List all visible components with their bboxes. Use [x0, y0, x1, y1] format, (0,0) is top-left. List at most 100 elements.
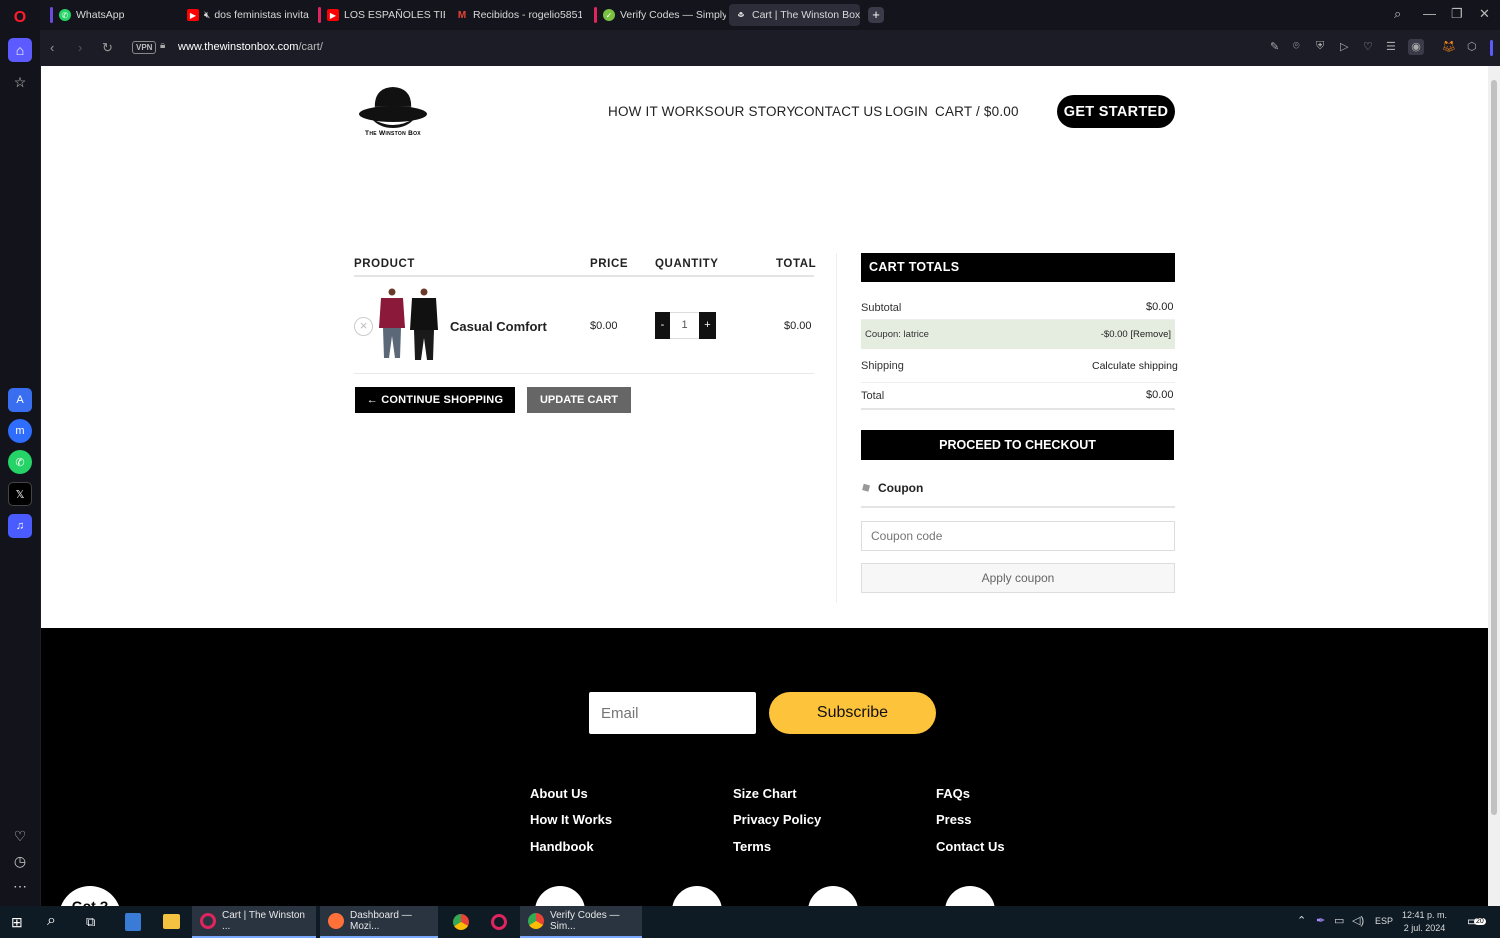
volume-icon[interactable]: ◁) — [1352, 914, 1364, 927]
x-twitter-icon[interactable]: 𝕏 — [8, 482, 32, 506]
tab-verify-codes[interactable]: ✓ Verify Codes — SimplyCo — [588, 4, 726, 26]
tab-youtube-2[interactable]: ▶ LOS ESPAÑOLES TIENEN E — [312, 4, 445, 26]
facebook-icon[interactable] — [535, 886, 585, 906]
opera-icon — [200, 913, 216, 929]
opera-gx-icon[interactable] — [491, 914, 507, 930]
newsletter-email-input[interactable] — [589, 692, 756, 734]
search-icon[interactable]: ⌕ — [47, 912, 56, 930]
email-icon[interactable] — [945, 886, 995, 906]
scrollbar-thumb[interactable] — [1491, 80, 1497, 815]
forward-icon[interactable]: › — [78, 40, 82, 55]
footer-link-how-it-works[interactable]: How It Works — [530, 812, 612, 827]
footer-link-press[interactable]: Press — [936, 812, 971, 827]
coupon-code-input[interactable] — [861, 521, 1175, 551]
taskbar-app-firefox[interactable]: Dashboard — Mozi... — [320, 906, 438, 938]
file-explorer-icon[interactable] — [163, 914, 180, 929]
notification-center-icon[interactable]: ▭ 20 — [1467, 914, 1486, 930]
taskbar-app-opera-cart[interactable]: Cart | The Winston ... — [192, 906, 316, 938]
tab-winston-box[interactable]: 🎩︎ Cart | The Winston Box — [729, 4, 860, 26]
minimize-button[interactable]: — — [1423, 6, 1436, 21]
tab-whatsapp[interactable]: ✆ WhatsApp — [44, 4, 178, 26]
calculate-shipping-link[interactable]: Calculate shipping — [1092, 360, 1178, 372]
quantity-minus-button[interactable]: - — [655, 312, 670, 339]
sidebar-toggle[interactable] — [1490, 40, 1493, 56]
profile-icon[interactable]: ◉ — [1408, 39, 1424, 55]
heart-icon[interactable]: ♡ — [8, 824, 32, 848]
chrome-icon[interactable] — [453, 914, 469, 930]
camera-icon[interactable]: ⌾ — [1293, 40, 1300, 53]
footer-link-terms[interactable]: Terms — [733, 839, 771, 854]
update-cart-button[interactable]: UPDATE CART — [527, 387, 631, 413]
tab-youtube-1[interactable]: ▶ 🔇︎ dos feministas invitan — [181, 4, 309, 26]
music-player-icon[interactable]: ♫ — [8, 514, 32, 538]
nav-cart[interactable]: CART / $0.00 — [935, 104, 1019, 119]
product-thumbnail[interactable] — [375, 288, 441, 362]
quantity-input[interactable]: 1 — [670, 312, 699, 339]
back-icon[interactable]: ‹ — [50, 40, 54, 55]
nav-our-story[interactable]: OUR STORY — [714, 104, 796, 119]
player-icon[interactable]: ▷ — [1340, 40, 1348, 53]
nav-how-it-works[interactable]: HOW IT WORKS — [608, 104, 714, 119]
home-icon[interactable]: ⌂ — [8, 38, 32, 62]
tab-label: Verify Codes — SimplyCo — [620, 9, 726, 21]
footer-link-about-us[interactable]: About Us — [530, 786, 588, 801]
opera-logo-icon[interactable]: O — [8, 6, 32, 30]
extensions-cube-icon[interactable]: ⬡ — [1467, 40, 1477, 53]
tab-gmail[interactable]: M Recibidos - rogelio58510@ — [450, 4, 582, 26]
twitter-icon[interactable] — [808, 886, 858, 906]
footer-link-contact-us[interactable]: Contact Us — [936, 839, 1005, 854]
clock[interactable]: 12:41 p. m. 2 jul. 2024 — [1402, 909, 1447, 935]
firefox-icon — [328, 913, 344, 929]
calculator-icon[interactable] — [125, 913, 141, 931]
star-icon[interactable]: ☆ — [8, 70, 32, 94]
history-icon[interactable]: ◷ — [8, 849, 32, 873]
network-icon[interactable]: ▭ — [1334, 914, 1344, 927]
footer-link-handbook[interactable]: Handbook — [530, 839, 594, 854]
remove-coupon-link[interactable]: [Remove] — [1130, 329, 1171, 340]
nav-contact-us[interactable]: CONTACT US — [794, 104, 883, 119]
easy-setup-icon[interactable]: ☰ — [1386, 40, 1396, 53]
proceed-to-checkout-button[interactable]: PROCEED TO CHECKOUT — [861, 430, 1174, 460]
url-field[interactable]: www.thewinstonbox.com/cart/ — [178, 41, 323, 53]
site-logo[interactable]: The Winston Box — [357, 84, 429, 140]
chevron-up-icon[interactable]: ⌃ — [1297, 914, 1306, 927]
reload-icon[interactable]: ↻ — [102, 40, 113, 56]
taskbar-app-chrome-verify[interactable]: Verify Codes — Sim... — [520, 906, 642, 938]
apply-coupon-button[interactable]: Apply coupon — [861, 563, 1175, 593]
search-tabs-icon[interactable]: ⌕ — [1394, 6, 1401, 22]
page-scrollbar[interactable] — [1488, 66, 1500, 906]
windows-start-icon[interactable]: ⊞ — [11, 914, 23, 931]
maximize-button[interactable]: ❐ — [1451, 6, 1463, 22]
snapshot-edit-icon[interactable]: ✎ — [1270, 40, 1279, 53]
mute-icon[interactable]: 🔇︎ — [204, 10, 210, 21]
metamask-extension-icon[interactable]: 🦊︎ — [1442, 40, 1456, 53]
whatsapp-sidebar-icon[interactable]: ✆ — [8, 450, 32, 474]
close-window-button[interactable]: ✕ — [1479, 6, 1490, 22]
footer-link-privacy-policy[interactable]: Privacy Policy — [733, 812, 821, 827]
new-tab-button[interactable]: + — [868, 7, 884, 23]
shield-icon[interactable]: ⛨ — [1316, 40, 1324, 53]
lock-icon[interactable]: 🔒︎ — [160, 40, 165, 51]
subscribe-button[interactable]: Subscribe — [769, 692, 936, 734]
messenger-icon[interactable]: m — [8, 419, 32, 443]
instagram-icon[interactable] — [672, 886, 722, 906]
footer-link-size-chart[interactable]: Size Chart — [733, 786, 797, 801]
language-indicator[interactable]: ESP — [1375, 916, 1393, 926]
taskbar-app-label: Dashboard — Mozi... — [350, 910, 412, 932]
task-view-icon[interactable]: ⧉ — [86, 914, 95, 930]
heart-icon[interactable]: ♡ — [1363, 40, 1373, 53]
total-label: Total — [861, 390, 885, 402]
chat-bubble-button[interactable]: Got ? — [59, 886, 121, 906]
vpn-badge[interactable]: VPN — [132, 41, 157, 54]
quantity-plus-button[interactable]: + — [699, 312, 716, 339]
get-started-button[interactable]: GET STARTED — [1057, 95, 1175, 128]
nav-login[interactable]: LOGIN — [885, 104, 928, 119]
more-icon[interactable]: ⋯ — [8, 874, 32, 898]
remove-item-button[interactable]: × — [354, 317, 373, 336]
continue-shopping-button[interactable]: ← CONTINUE SHOPPING — [355, 387, 515, 413]
tab-color-bar — [318, 7, 321, 23]
pen-icon[interactable]: ✒ — [1316, 914, 1325, 927]
aria-icon[interactable]: A — [8, 388, 32, 412]
product-name-link[interactable]: Casual Comfort — [450, 319, 547, 334]
footer-link-faqs[interactable]: FAQs — [936, 786, 970, 801]
